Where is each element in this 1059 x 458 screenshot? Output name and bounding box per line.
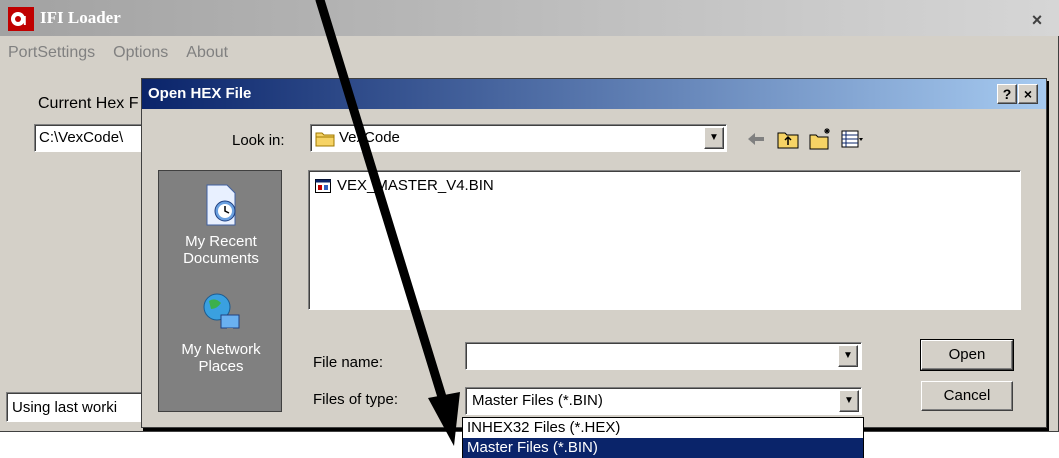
file-name-dropdown-button[interactable]: ▼ [838, 345, 858, 367]
svg-text:I: I [23, 13, 27, 28]
folder-icon [315, 132, 335, 147]
up-folder-icon[interactable] [776, 127, 800, 151]
look-in-value: VexCode [339, 129, 400, 146]
main-titlebar[interactable]: I IFI Loader × [0, 0, 1059, 36]
file-name-label: File name: [313, 354, 384, 371]
file-name-input[interactable] [465, 342, 862, 370]
place-label-recent: My Recent Documents [183, 233, 259, 267]
look-in-label: Look in: [232, 132, 285, 149]
menubar: PortSettings Options About [0, 44, 238, 68]
views-menu-icon[interactable] [840, 127, 864, 151]
type-option-inhex32[interactable]: INHEX32 Files (*.HEX) [463, 418, 863, 438]
ifi-logo-icon: I [8, 7, 34, 31]
bin-file-icon [315, 178, 331, 193]
dialog-close-button[interactable]: × [1018, 84, 1038, 104]
files-of-type-dropdown-list: INHEX32 Files (*.HEX) Master Files (*.BI… [462, 417, 864, 458]
cancel-button[interactable]: Cancel [921, 381, 1013, 411]
menu-options[interactable]: Options [113, 44, 168, 62]
menu-about[interactable]: About [186, 44, 228, 62]
back-arrow-icon[interactable] [744, 127, 768, 151]
recent-documents-icon [206, 184, 236, 226]
place-label-network: My Network Places [181, 341, 261, 375]
open-button[interactable]: Open [920, 339, 1014, 371]
help-button[interactable]: ? [997, 84, 1017, 104]
type-option-master-bin[interactable]: Master Files (*.BIN) [463, 438, 863, 458]
network-places-icon [203, 293, 240, 331]
dialog-titlebar[interactable]: Open HEX File ? × [142, 79, 1046, 109]
file-list[interactable]: VEX_MASTER_V4.BIN [308, 170, 1021, 310]
look-in-dropdown-button[interactable]: ▼ [704, 127, 724, 149]
status-bar: Using last worki [6, 392, 146, 422]
files-of-type-select[interactable]: Master Files (*.BIN) ▼ [465, 387, 862, 415]
open-hex-file-dialog: Open HEX File ? × Look in: VexCode ▼ My … [141, 78, 1047, 428]
files-of-type-dropdown-button[interactable]: ▼ [839, 390, 859, 412]
main-window-title: IFI Loader [40, 8, 121, 27]
dialog-title: Open HEX File [148, 85, 252, 102]
files-of-type-label: Files of type: [313, 391, 399, 408]
file-item[interactable]: VEX_MASTER_V4.BIN [315, 177, 494, 194]
current-hex-label: Current Hex F [38, 95, 139, 112]
place-my-recent-documents[interactable]: My Recent Documents [159, 183, 283, 267]
places-bar: My Recent Documents My Network Places [158, 170, 282, 412]
files-of-type-value: Master Files (*.BIN) [472, 392, 603, 409]
menu-portsettings[interactable]: PortSettings [8, 44, 95, 62]
main-close-button[interactable]: × [1026, 11, 1048, 31]
place-my-network-places[interactable]: My Network Places [159, 291, 283, 375]
look-in-combo[interactable]: VexCode ▼ [310, 124, 727, 152]
new-folder-icon[interactable] [808, 127, 832, 151]
file-name: VEX_MASTER_V4.BIN [337, 177, 494, 194]
